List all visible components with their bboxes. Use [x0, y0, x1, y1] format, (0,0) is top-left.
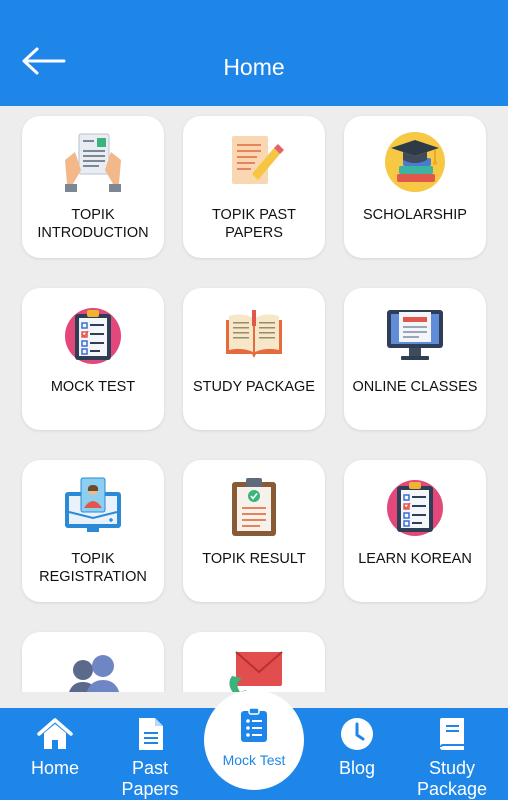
card-label-line1: TOPIK RESULT [202, 551, 306, 567]
checklist-clipboard-icon [387, 480, 443, 536]
menu-grid: TOPIK INTRODUCTION TOPIK PAST PAPERS SCH… [0, 106, 508, 692]
card-partial-people[interactable] [22, 632, 164, 692]
card-topik-past-papers[interactable]: TOPIK PAST PAPERS [183, 116, 325, 258]
page-title: Home [223, 54, 285, 80]
card-label-line1: SCHOLARSHIP [363, 207, 467, 223]
clipboard-list-icon [241, 707, 267, 742]
clock-icon [341, 718, 373, 750]
nav-label: Home [30, 758, 79, 778]
card-topik-registration[interactable]: TOPIK REGISTRATION [22, 460, 164, 602]
mock-test-fab[interactable]: Mock Test [204, 690, 304, 790]
nav-label-line2: Papers [121, 779, 179, 799]
nav-study-package[interactable]: Study Package [407, 708, 497, 800]
card-label-line1: TOPIK [71, 207, 115, 223]
card-mock-test[interactable]: MOCK TEST [22, 288, 164, 430]
card-label-line1: TOPIK [71, 551, 115, 567]
home-icon [37, 718, 73, 749]
card-label-line1: MOCK TEST [50, 379, 136, 395]
people-icon [69, 655, 120, 692]
nav-past-papers[interactable]: Past Papers [105, 708, 195, 800]
document-hands-icon [65, 133, 121, 192]
nav-home[interactable]: Home [10, 708, 100, 800]
fab-label: Mock Test [222, 752, 286, 768]
card-label-line1: ONLINE CLASSES [352, 379, 478, 395]
card-online-classes[interactable]: ONLINE CLASSES [344, 288, 486, 430]
app-bar: Home [0, 0, 508, 106]
graduation-cap-icon [385, 132, 445, 192]
card-study-package[interactable]: STUDY PACKAGE [183, 288, 325, 430]
card-topik-introduction[interactable]: TOPIK INTRODUCTION [22, 116, 164, 258]
card-label-line1: LEARN KOREAN [358, 551, 472, 567]
card-label-line2: REGISTRATION [39, 569, 147, 585]
card-partial-contact[interactable] [183, 632, 325, 692]
card-label-line2: INTRODUCTION [37, 225, 149, 241]
nav-blog[interactable]: Blog [312, 708, 402, 800]
nav-label: Blog [338, 758, 376, 778]
nav-label-line1: Study [428, 758, 476, 778]
nav-label-line2: Package [416, 779, 488, 799]
card-label-line1: TOPIK PAST [211, 207, 297, 223]
book-icon [440, 718, 464, 750]
card-label-line2: PAPERS [225, 225, 283, 241]
card-learn-korean[interactable]: LEARN KOREAN [344, 460, 486, 602]
card-scholarship[interactable]: SCHOLARSHIP [344, 116, 486, 258]
paper-pencil-icon [232, 136, 284, 184]
monitor-user-icon [65, 477, 121, 532]
monitor-icon [387, 310, 443, 360]
nav-label-line1: Past [131, 758, 169, 778]
card-topik-result[interactable]: TOPIK RESULT [183, 460, 325, 602]
card-label-line1: STUDY PACKAGE [193, 379, 315, 395]
open-book-icon [226, 310, 282, 358]
phone-mail-icon [229, 651, 283, 692]
clipboard-check-icon [232, 478, 276, 536]
document-icon [139, 718, 163, 750]
checklist-clipboard-icon [65, 308, 121, 364]
